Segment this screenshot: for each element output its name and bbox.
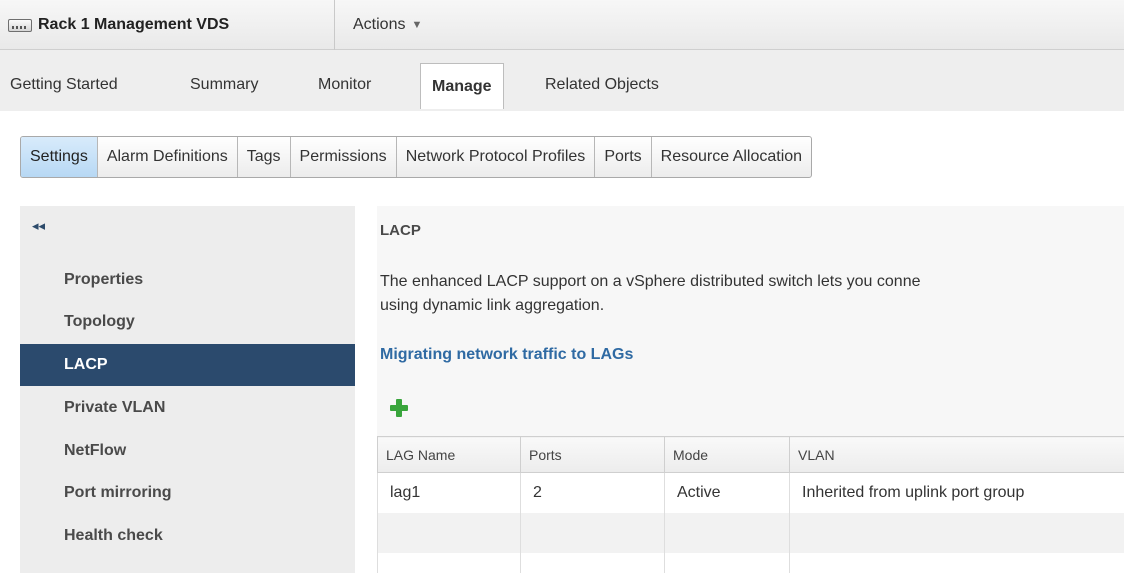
actions-menu-button[interactable]: Actions ▼ bbox=[353, 0, 422, 50]
cell-ports: 2 bbox=[520, 472, 665, 513]
double-chevron-left-icon[interactable]: ◂◂ bbox=[32, 218, 45, 234]
cell-vlan: Inherited from uplink port group bbox=[789, 472, 1124, 513]
lacp-panel: LACP The enhanced LACP support on a vSph… bbox=[377, 206, 1124, 573]
tab-monitor[interactable]: Monitor bbox=[318, 76, 371, 94]
object-title-area: Rack 1 Management VDS bbox=[0, 0, 335, 50]
empty-cell bbox=[520, 552, 665, 573]
table-row-empty bbox=[377, 512, 1124, 553]
empty-cell bbox=[520, 512, 665, 553]
sidenav-item-health-check[interactable]: Health check bbox=[20, 515, 355, 557]
subtab-ports[interactable]: Ports bbox=[595, 137, 652, 177]
sidenav-item-port-mirroring[interactable]: Port mirroring bbox=[20, 472, 355, 514]
actions-label: Actions bbox=[353, 16, 406, 33]
distributed-switch-icon bbox=[8, 18, 32, 32]
column-header-vlan[interactable]: VLAN bbox=[789, 436, 1124, 473]
empty-cell bbox=[664, 552, 790, 573]
description-line-2: using dynamic link aggregation. bbox=[380, 297, 605, 314]
empty-cell bbox=[377, 552, 521, 573]
empty-cell bbox=[377, 512, 521, 553]
sidenav-item-private-vlan[interactable]: Private VLAN bbox=[20, 387, 355, 429]
chevron-down-icon: ▼ bbox=[411, 19, 423, 31]
migrating-traffic-link[interactable]: Migrating network traffic to LAGs bbox=[380, 346, 633, 364]
sidenav-item-topology[interactable]: Topology bbox=[20, 301, 355, 343]
description-line-1: The enhanced LACP support on a vSphere d… bbox=[380, 273, 921, 290]
empty-cell bbox=[789, 512, 1124, 553]
table-header-row: LAG Name Ports Mode VLAN bbox=[377, 436, 1124, 473]
subtab-settings[interactable]: Settings bbox=[21, 137, 98, 177]
panel-description: The enhanced LACP support on a vSphere d… bbox=[380, 270, 1124, 318]
settings-sub-tab-bar: Settings Alarm Definitions Tags Permissi… bbox=[20, 136, 813, 178]
manage-content: Settings Alarm Definitions Tags Permissi… bbox=[0, 111, 1124, 573]
column-header-lag-name[interactable]: LAG Name bbox=[377, 436, 521, 473]
subtab-alarm-definitions[interactable]: Alarm Definitions bbox=[98, 137, 238, 177]
sidenav-item-properties[interactable]: Properties bbox=[20, 259, 355, 301]
tab-getting-started[interactable]: Getting Started bbox=[10, 76, 118, 94]
subtab-network-protocol-profiles[interactable]: Network Protocol Profiles bbox=[397, 137, 596, 177]
add-plus-icon[interactable] bbox=[389, 398, 409, 418]
table-row[interactable]: lag1 2 Active Inherited from uplink port… bbox=[377, 472, 1124, 513]
empty-cell bbox=[664, 512, 790, 553]
object-title: Rack 1 Management VDS bbox=[38, 16, 230, 33]
subtab-permissions[interactable]: Permissions bbox=[291, 137, 397, 177]
cell-mode: Active bbox=[664, 472, 790, 513]
object-header: Rack 1 Management VDS Actions ▼ bbox=[0, 0, 1124, 50]
sidenav-item-netflow[interactable]: NetFlow bbox=[20, 430, 355, 472]
panel-title: LACP bbox=[380, 222, 421, 239]
subtab-tags[interactable]: Tags bbox=[238, 137, 291, 177]
table-row-empty bbox=[377, 552, 1124, 573]
settings-sidenav: ◂◂ Properties Topology LACP Private VLAN… bbox=[20, 206, 355, 573]
empty-cell bbox=[789, 552, 1124, 573]
tab-summary[interactable]: Summary bbox=[190, 76, 258, 94]
column-header-ports[interactable]: Ports bbox=[520, 436, 665, 473]
lag-table: LAG Name Ports Mode VLAN lag1 2 Active I… bbox=[377, 436, 1124, 573]
tab-related-objects[interactable]: Related Objects bbox=[545, 76, 659, 94]
subtab-resource-allocation[interactable]: Resource Allocation bbox=[652, 137, 811, 177]
cell-lag-name: lag1 bbox=[377, 472, 521, 513]
column-header-mode[interactable]: Mode bbox=[664, 436, 790, 473]
tab-manage[interactable]: Manage bbox=[420, 63, 504, 109]
sidenav-item-lacp[interactable]: LACP bbox=[20, 344, 355, 386]
